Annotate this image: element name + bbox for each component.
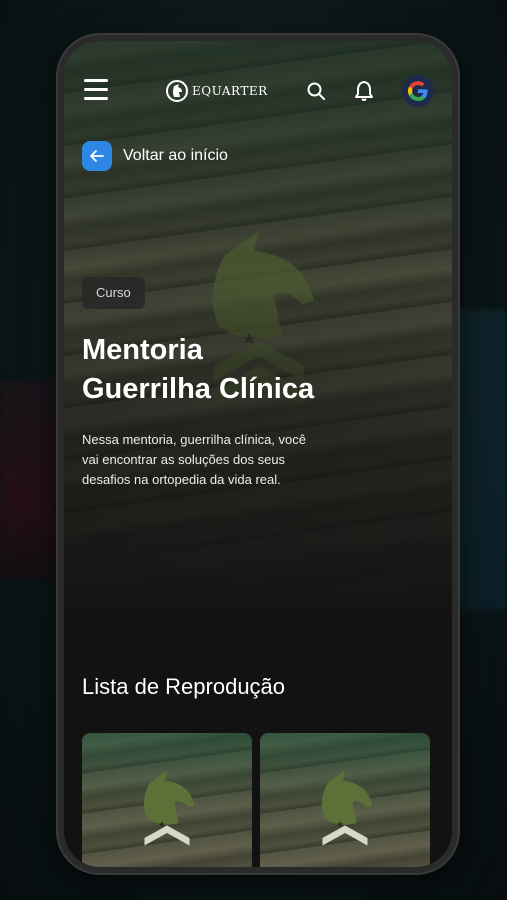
user-avatar[interactable]	[402, 75, 434, 107]
course-title-line-1: Mentoria	[82, 334, 203, 366]
course-title-line-2: Guerrilha Clínica	[82, 373, 315, 405]
backdrop-right-panel	[455, 310, 507, 610]
playlist-item[interactable]	[82, 733, 252, 867]
arrow-left-icon	[90, 150, 104, 162]
horse-emblem-icon	[321, 770, 373, 846]
backdrop-left-panel	[0, 380, 60, 580]
playlist-item[interactable]	[260, 733, 430, 867]
back-label: Voltar ao início	[123, 147, 228, 164]
search-icon[interactable]	[304, 79, 328, 103]
brand-mark-icon	[166, 80, 188, 102]
google-g-icon	[408, 81, 428, 101]
app-screen: EQUARTER Voltar ao início Curso Mentoria…	[64, 41, 452, 867]
horse-emblem-icon	[143, 770, 195, 846]
hamburger-menu-icon[interactable]	[84, 79, 108, 101]
bell-icon[interactable]	[352, 79, 376, 103]
top-bar: EQUARTER	[64, 69, 452, 113]
course-type-badge: Curso	[82, 277, 145, 309]
phone-frame: EQUARTER Voltar ao início Curso Mentoria…	[56, 33, 460, 875]
course-title: Mentoria Guerrilha Clínica	[82, 331, 382, 409]
playlist-title: Lista de Reprodução	[82, 674, 286, 699]
back-to-home-link[interactable]: Voltar ao início	[82, 141, 228, 171]
brand-logo[interactable]: EQUARTER	[166, 79, 268, 103]
brand-name: EQUARTER	[192, 84, 268, 98]
course-description: Nessa mentoria, guerrilha clínica, você …	[82, 432, 306, 487]
back-button[interactable]	[82, 141, 112, 171]
playlist-list	[82, 733, 430, 867]
